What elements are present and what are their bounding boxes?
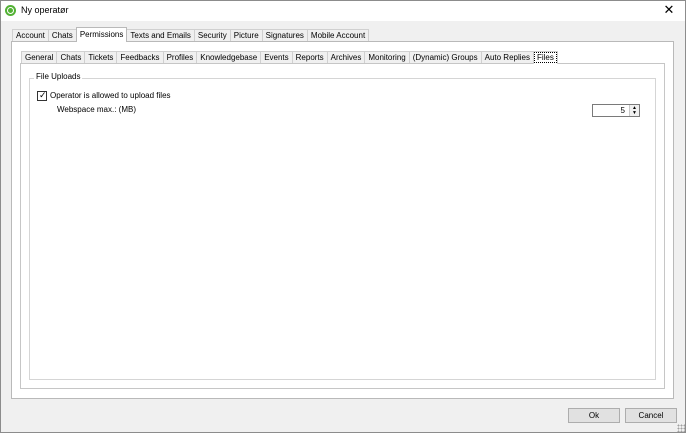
allow-upload-label[interactable]: Operator is allowed to upload files — [50, 91, 171, 100]
cancel-button[interactable]: Cancel — [625, 408, 677, 423]
allow-upload-checkbox[interactable]: ✓ — [37, 90, 47, 101]
tab-permissions[interactable]: Permissions — [75, 27, 128, 42]
webspace-label: Webspace max.: (MB) — [57, 105, 136, 114]
ok-button[interactable]: Ok — [568, 408, 620, 423]
spin-down-icon[interactable]: ▼ — [629, 110, 639, 116]
file-uploads-group-label: File Uploads — [34, 72, 83, 81]
file-uploads-group — [29, 78, 656, 380]
window-title: Ny operatør — [21, 5, 69, 15]
checkmark-icon: ✓ — [39, 90, 47, 100]
close-button[interactable]: ✕ — [659, 2, 679, 18]
resize-grip-icon[interactable] — [677, 424, 685, 432]
title-bar[interactable]: Ny operatør ✕ — [1, 1, 685, 21]
app-logo-icon — [5, 5, 16, 16]
tab-files[interactable]: Files — [532, 51, 558, 64]
outer-tab-strip: Account Chats Permissions Texts and Emai… — [12, 27, 370, 42]
webspace-stepper[interactable]: 5 ▲ ▼ — [592, 104, 640, 117]
webspace-value[interactable]: 5 — [621, 106, 625, 115]
